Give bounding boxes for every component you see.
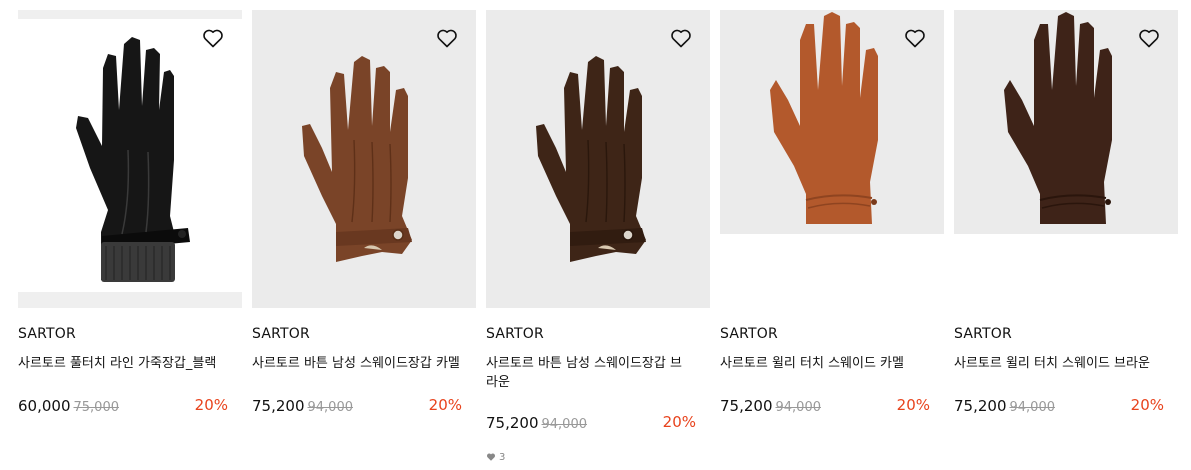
brand-name[interactable]: SARTOR	[954, 326, 1012, 342]
price-row: 75,200 94,000 20%	[252, 396, 476, 418]
sale-price: 60,000	[18, 397, 71, 415]
product-name[interactable]: 사르토르 바튼 남성 스웨이드장갑 브라운	[486, 354, 691, 392]
discount-rate: 20%	[1130, 396, 1164, 414]
discount-rate: 20%	[896, 396, 930, 414]
original-price: 75,000	[73, 400, 120, 415]
product-name[interactable]: 사르토르 윌리 터치 스웨이드 브라운	[954, 354, 1178, 373]
price-row: 75,200 94,000 20%	[720, 396, 944, 418]
original-price: 94,000	[775, 400, 822, 415]
suede-glove-camel-image	[302, 56, 412, 262]
brand-name[interactable]: SARTOR	[252, 326, 310, 342]
product-image[interactable]	[486, 10, 710, 308]
heart-outline-icon[interactable]	[1137, 26, 1161, 50]
price-row: 60,000 75,000 20%	[18, 396, 242, 418]
product-image[interactable]	[252, 10, 476, 308]
brand-name[interactable]: SARTOR	[720, 326, 778, 342]
product-name[interactable]: 사르토르 풀터치 라인 가죽장갑_블랙	[18, 354, 242, 373]
price-row: 75,200 94,000 20%	[954, 396, 1178, 418]
original-price: 94,000	[541, 417, 588, 432]
discount-rate: 20%	[194, 396, 228, 414]
sale-price: 75,200	[720, 397, 773, 415]
suede-glove-brown-image	[536, 56, 646, 262]
product-card[interactable]: SARTOR 사르토르 바튼 남성 스웨이드장갑 브라운 75,200 94,00…	[486, 0, 710, 463]
brand-name[interactable]: SARTOR	[486, 326, 544, 342]
product-card[interactable]: SARTOR 사르토르 풀터치 라인 가죽장갑_블랙 60,000 75,000 …	[18, 0, 242, 415]
brand-name[interactable]: SARTOR	[18, 326, 76, 342]
leather-glove-black-image	[76, 37, 190, 282]
original-price: 94,000	[1009, 400, 1056, 415]
sale-price: 75,200	[486, 414, 539, 432]
discount-rate: 20%	[662, 413, 696, 431]
product-image[interactable]	[720, 10, 944, 234]
product-card[interactable]: SARTOR 사르토르 윌리 터치 스웨이드 브라운 75,200 94,000 …	[954, 0, 1178, 415]
product-name[interactable]: 사르토르 윌리 터치 스웨이드 카멜	[720, 354, 944, 373]
product-card[interactable]: SARTOR 사르토르 바튼 남성 스웨이드장갑 카멜 75,200 94,000…	[252, 0, 476, 415]
sale-price: 75,200	[252, 397, 305, 415]
product-grid: SARTOR 사르토르 풀터치 라인 가죽장갑_블랙 60,000 75,000 …	[0, 0, 1191, 470]
heart-outline-icon[interactable]	[201, 26, 225, 50]
product-name[interactable]: 사르토르 바튼 남성 스웨이드장갑 카멜	[252, 354, 476, 373]
heart-outline-icon[interactable]	[669, 26, 693, 50]
product-image[interactable]	[954, 10, 1178, 234]
sale-price: 75,200	[954, 397, 1007, 415]
product-image[interactable]	[18, 10, 242, 308]
heart-outline-icon[interactable]	[903, 26, 927, 50]
original-price: 94,000	[307, 400, 354, 415]
discount-rate: 20%	[428, 396, 462, 414]
like-count: 3	[486, 452, 505, 463]
heart-filled-icon	[486, 453, 496, 461]
product-card[interactable]: SARTOR 사르토르 윌리 터치 스웨이드 카멜 75,200 94,000 2…	[720, 0, 944, 415]
heart-outline-icon[interactable]	[435, 26, 459, 50]
like-count-value: 3	[499, 452, 506, 463]
price-row: 75,200 94,000 20%	[486, 413, 710, 435]
